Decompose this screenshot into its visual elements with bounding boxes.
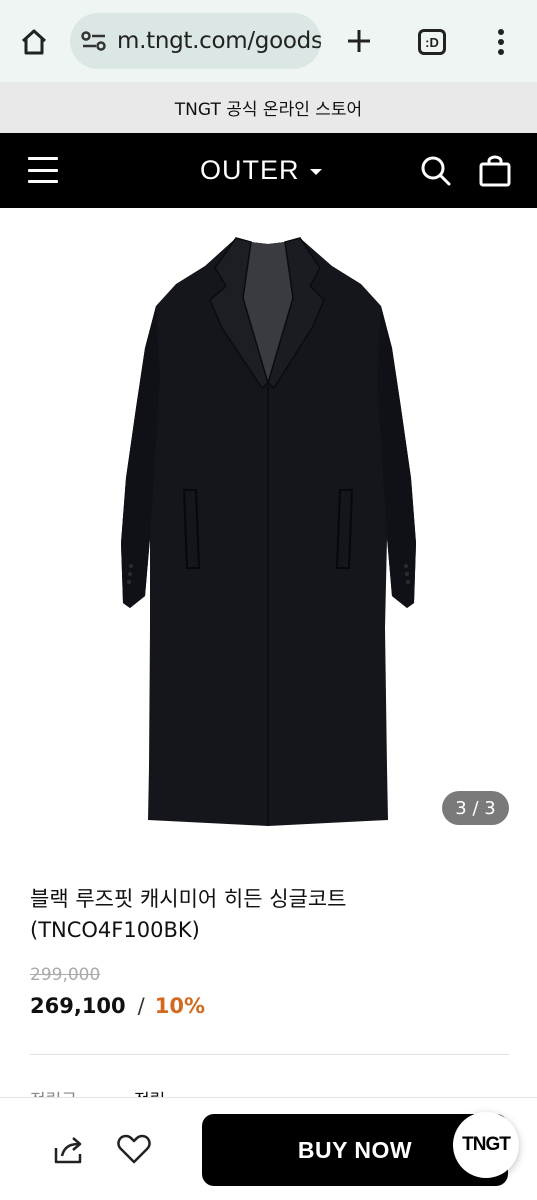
announcement-bar: TNGT 공식 온라인 스토어 xyxy=(0,82,537,133)
product-name: 블랙 루즈핏 캐시미어 히든 싱글코트 xyxy=(30,887,347,911)
product-title: 블랙 루즈핏 캐시미어 히든 싱글코트 (TNCO4F100BK) xyxy=(30,884,510,946)
discount-rate: 10% xyxy=(154,994,205,1018)
brand-chat-badge[interactable]: TNGT xyxy=(453,1112,519,1178)
image-counter: 3 / 3 xyxy=(442,791,509,825)
original-price: 299,000 xyxy=(30,965,101,985)
site-header: OUTER xyxy=(0,133,537,208)
caret-down-icon xyxy=(309,168,322,175)
sale-price: 269,100 xyxy=(30,994,126,1018)
product-code: (TNCO4F100BK) xyxy=(30,918,200,942)
browser-toolbar: m.tngt.com/goods/ :D xyxy=(0,0,537,82)
heart-icon[interactable] xyxy=(116,1132,152,1166)
menu-icon[interactable] xyxy=(28,157,58,183)
coat-illustration xyxy=(121,237,416,826)
category-label: OUTER xyxy=(200,155,300,185)
product-image[interactable] xyxy=(0,208,537,848)
url-text[interactable]: m.tngt.com/goods/ xyxy=(117,28,321,54)
tab-count: :D xyxy=(418,29,446,55)
price-separator: / xyxy=(137,994,145,1018)
search-icon[interactable] xyxy=(420,155,452,187)
tab-switcher-icon[interactable]: :D xyxy=(412,22,452,62)
price-row: 269,100 / 10% xyxy=(30,994,205,1018)
share-icon[interactable] xyxy=(50,1132,86,1168)
home-icon[interactable] xyxy=(14,22,54,62)
divider xyxy=(30,1054,509,1055)
address-bar[interactable]: m.tngt.com/goods/ xyxy=(70,13,321,69)
category-dropdown[interactable]: OUTER xyxy=(200,133,322,208)
more-vert-icon[interactable] xyxy=(486,22,516,62)
shopping-bag-icon[interactable] xyxy=(478,155,512,187)
site-settings-icon[interactable] xyxy=(81,31,107,51)
new-tab-icon[interactable] xyxy=(340,22,378,60)
